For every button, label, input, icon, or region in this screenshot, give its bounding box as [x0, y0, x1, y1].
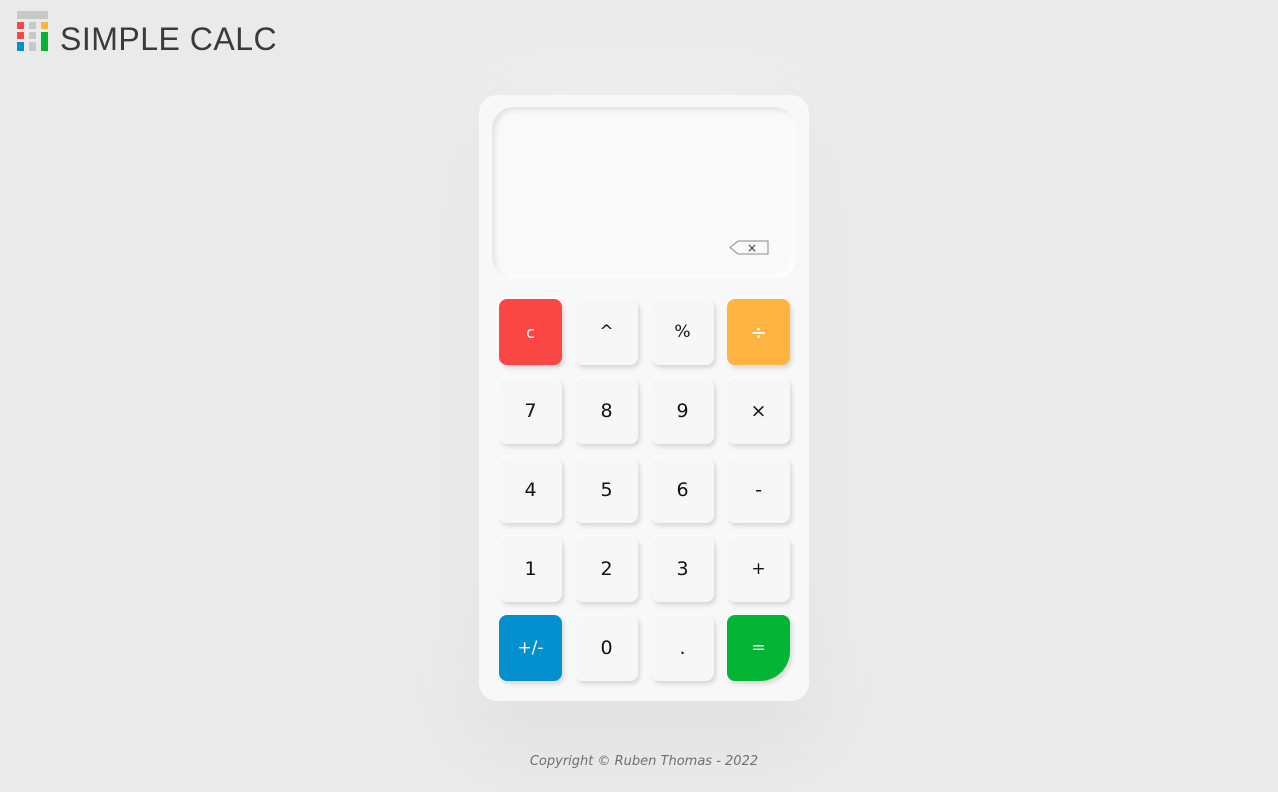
calculator-grid-icon: [17, 11, 48, 52]
divide-button[interactable]: ÷: [727, 299, 790, 365]
backspace-glyph: ×: [747, 241, 757, 255]
digit-4-button[interactable]: 4: [499, 457, 562, 523]
digit-6-button[interactable]: 6: [651, 457, 714, 523]
decimal-button[interactable]: .: [651, 615, 714, 681]
logo: SIMPLE CALC: [17, 5, 277, 58]
multiply-button[interactable]: ×: [727, 378, 790, 444]
add-button[interactable]: +: [727, 536, 790, 602]
calculator-display: ×: [492, 107, 796, 279]
digit-3-button[interactable]: 3: [651, 536, 714, 602]
clear-button[interactable]: c: [499, 299, 562, 365]
equals-button[interactable]: =: [727, 615, 790, 681]
calculator: × c ^ % ÷ 7 8 9 × 4 5 6 - 1 2 3 + +/- 0 …: [479, 95, 809, 701]
digit-2-button[interactable]: 2: [575, 536, 638, 602]
app-title: SIMPLE CALC: [60, 21, 278, 57]
digit-8-button[interactable]: 8: [575, 378, 638, 444]
digit-5-button[interactable]: 5: [575, 457, 638, 523]
digit-7-button[interactable]: 7: [499, 378, 562, 444]
backspace-icon[interactable]: ×: [728, 238, 770, 256]
keypad: c ^ % ÷ 7 8 9 × 4 5 6 - 1 2 3 + +/- 0 . …: [499, 299, 790, 681]
negate-button[interactable]: +/-: [499, 615, 562, 681]
digit-0-button[interactable]: 0: [575, 615, 638, 681]
power-button[interactable]: ^: [575, 299, 638, 365]
digit-9-button[interactable]: 9: [651, 378, 714, 444]
copyright-text: Copyright © Ruben Thomas - 2022: [529, 754, 759, 769]
digit-1-button[interactable]: 1: [499, 536, 562, 602]
percent-button[interactable]: %: [651, 299, 714, 365]
subtract-button[interactable]: -: [727, 457, 790, 523]
